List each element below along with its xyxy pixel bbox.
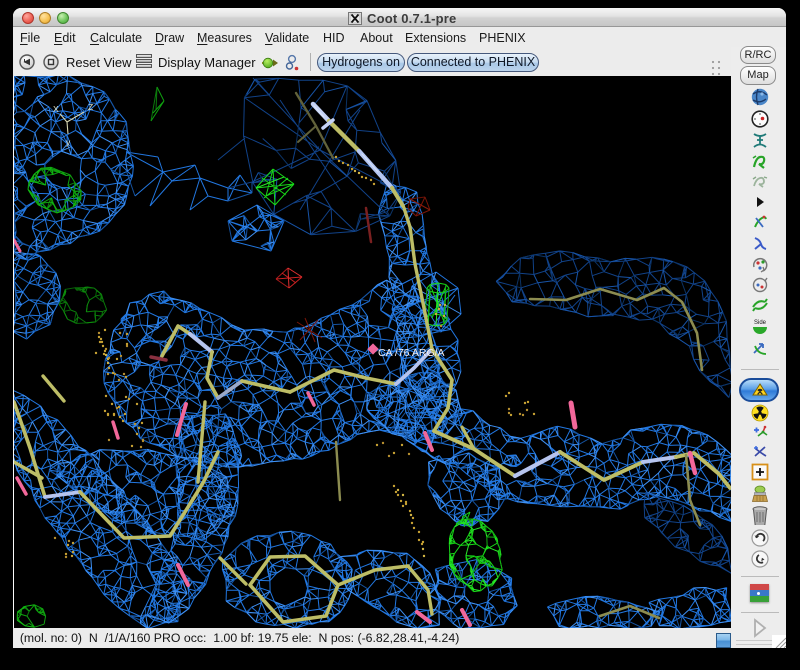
svg-text:Side: Side [754,320,767,326]
svg-text:X: X [53,104,59,114]
svg-text:Z: Z [88,102,93,112]
svg-text:CA /76 ARG/A: CA /76 ARG/A [378,347,445,359]
